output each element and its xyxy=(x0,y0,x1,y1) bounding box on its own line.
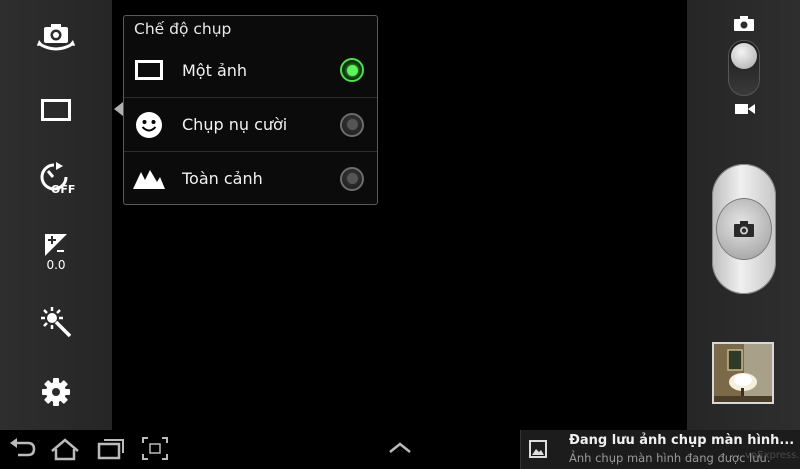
exposure-icon xyxy=(45,233,67,256)
exposure-button[interactable]: 0.0 xyxy=(0,222,112,282)
single-shot-icon xyxy=(135,60,163,80)
panorama-icon xyxy=(133,169,165,189)
home-button[interactable] xyxy=(50,434,80,468)
camera-video-switch-knob[interactable] xyxy=(731,43,757,69)
popup-title: Chế độ chụp xyxy=(134,20,232,38)
popup-pointer xyxy=(114,102,123,116)
timer-off-label: OFF xyxy=(51,183,75,195)
chevron-up-icon xyxy=(389,442,411,453)
mode-option-single-shot[interactable]: Một ảnh xyxy=(124,43,377,97)
recent-apps-button[interactable] xyxy=(96,434,126,468)
exposure-value: 0.0 xyxy=(46,257,66,272)
radio-smile-shot[interactable] xyxy=(340,112,364,137)
home-icon xyxy=(51,438,79,461)
app-menu-button[interactable] xyxy=(386,434,414,468)
shooting-mode-button[interactable] xyxy=(0,80,112,140)
last-photo-thumbnail[interactable] xyxy=(712,342,774,404)
recent-apps-icon xyxy=(97,439,124,460)
photo-thumbnail-image xyxy=(714,344,772,402)
back-icon xyxy=(10,438,36,457)
radio-panorama[interactable] xyxy=(340,166,364,191)
camera-switch-icon xyxy=(37,24,75,51)
settings-button[interactable] xyxy=(0,362,112,422)
magic-wand-icon xyxy=(41,307,72,338)
screenshot-icon xyxy=(142,437,168,460)
radio-single-shot[interactable] xyxy=(340,58,364,82)
shooting-mode-popup: Chế độ chụp Một ảnh Chụp nụ cười Toàn cả… xyxy=(123,15,378,205)
timer-off-icon: OFF xyxy=(40,162,75,195)
back-button[interactable] xyxy=(8,434,36,468)
notification-subtitle: Ảnh chụp màn hình đang được lưu. xyxy=(569,451,771,465)
mode-label-smile-shot: Chụp nụ cười xyxy=(182,115,288,134)
single-shot-icon xyxy=(41,99,71,121)
timer-button[interactable]: OFF xyxy=(0,148,112,208)
image-icon xyxy=(529,440,547,458)
mode-option-smile-shot[interactable]: Chụp nụ cười xyxy=(124,97,377,151)
effects-button[interactable] xyxy=(0,292,112,352)
notification-title: Đang lưu ảnh chụp màn hình... xyxy=(569,433,795,448)
watermark: vnExpress.vn xyxy=(745,450,800,461)
mode-label-single-shot: Một ảnh xyxy=(182,60,248,80)
camera-mode-icon xyxy=(734,16,754,31)
screenshot-button[interactable] xyxy=(140,434,170,468)
smile-icon xyxy=(136,111,162,138)
shutter-button[interactable] xyxy=(716,198,772,260)
self-portrait-camera-switch-button[interactable] xyxy=(0,8,112,68)
mode-option-panorama[interactable]: Toàn cảnh xyxy=(124,151,377,205)
camera-icon xyxy=(734,221,754,237)
left-toolbar: OFF 0.0 xyxy=(0,0,112,430)
system-nav-bar xyxy=(0,430,520,469)
mode-label-panorama: Toàn cảnh xyxy=(182,169,263,188)
gear-icon xyxy=(42,378,70,406)
video-mode-icon xyxy=(735,104,755,114)
